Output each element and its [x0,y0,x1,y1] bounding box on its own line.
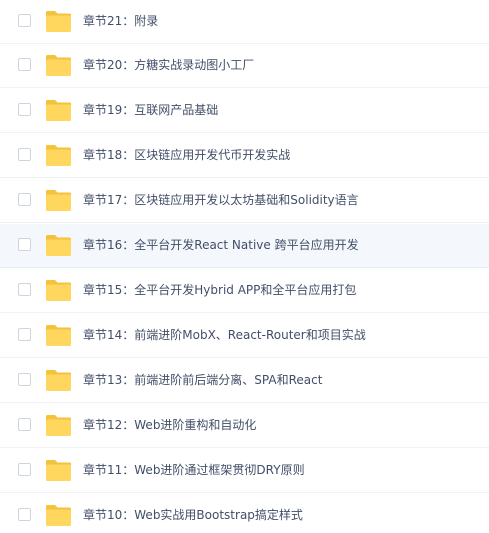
row-checkbox[interactable] [18,14,31,27]
folder-icon[interactable] [45,143,72,167]
row-checkbox[interactable] [18,373,31,386]
file-row[interactable]: 章节12：Web进阶重构和自动化 [0,404,489,448]
row-checkbox[interactable] [18,238,31,251]
folder-name[interactable]: 章节17：区块链应用开发以太坊基础和Solidity语言 [83,192,359,208]
folder-icon[interactable] [45,503,72,527]
file-row[interactable]: 章节20：方糖实战录动图小工厂 [0,44,489,88]
folder-name[interactable]: 章节16：全平台开发React Native 跨平台应用开发 [83,237,359,253]
folder-icon[interactable] [45,278,72,302]
row-checkbox[interactable] [18,283,31,296]
row-checkbox[interactable] [18,193,31,206]
file-row[interactable]: 章节21：附录 [0,0,489,44]
file-row[interactable]: 章节17：区块链应用开发以太坊基础和Solidity语言 [0,179,489,223]
folder-icon[interactable] [45,53,72,77]
row-checkbox[interactable] [18,103,31,116]
folder-icon[interactable] [45,233,72,257]
file-row[interactable]: 章节11：Web进阶通过框架贯彻DRY原则 [0,449,489,493]
row-checkbox[interactable] [18,508,31,521]
folder-name[interactable]: 章节12：Web进阶重构和自动化 [83,417,256,433]
row-checkbox[interactable] [18,463,31,476]
file-row[interactable]: 章节15：全平台开发Hybrid APP和全平台应用打包 [0,269,489,313]
row-checkbox[interactable] [18,328,31,341]
folder-icon[interactable] [45,413,72,437]
folder-name[interactable]: 章节13：前端进阶前后端分离、SPA和React [83,372,322,388]
folder-icon[interactable] [45,368,72,392]
file-row[interactable]: 章节14：前端进阶MobX、React-Router和项目实战 [0,314,489,358]
folder-name[interactable]: 章节20：方糖实战录动图小工厂 [83,57,254,73]
file-row[interactable]: 章节13：前端进阶前后端分离、SPA和React [0,359,489,403]
folder-name[interactable]: 章节19：互联网产品基础 [83,102,218,118]
file-row[interactable]: 章节19：互联网产品基础 [0,89,489,133]
folder-name[interactable]: 章节18：区块链应用开发代币开发实战 [83,147,290,163]
row-checkbox[interactable] [18,58,31,71]
folder-icon[interactable] [45,188,72,212]
row-checkbox[interactable] [18,418,31,431]
folder-name[interactable]: 章节11：Web进阶通过框架贯彻DRY原则 [83,462,305,478]
file-row[interactable]: 章节18：区块链应用开发代币开发实战 [0,134,489,178]
folder-name[interactable]: 章节14：前端进阶MobX、React-Router和项目实战 [83,327,366,343]
folder-name[interactable]: 章节10：Web实战用Bootstrap搞定样式 [83,507,303,523]
file-row[interactable]: 章节10：Web实战用Bootstrap搞定样式 [0,494,489,533]
folder-icon[interactable] [45,458,72,482]
file-row[interactable]: 章节16：全平台开发React Native 跨平台应用开发 [0,224,489,268]
folder-icon[interactable] [45,98,72,122]
folder-name[interactable]: 章节15：全平台开发Hybrid APP和全平台应用打包 [83,282,356,298]
folder-icon[interactable] [45,9,72,33]
file-list: 章节21：附录 章节20：方糖实战录动图小工厂 章节19：互联网产品基础 章节1… [0,0,489,533]
folder-name[interactable]: 章节21：附录 [83,13,158,29]
folder-icon[interactable] [45,323,72,347]
row-checkbox[interactable] [18,148,31,161]
